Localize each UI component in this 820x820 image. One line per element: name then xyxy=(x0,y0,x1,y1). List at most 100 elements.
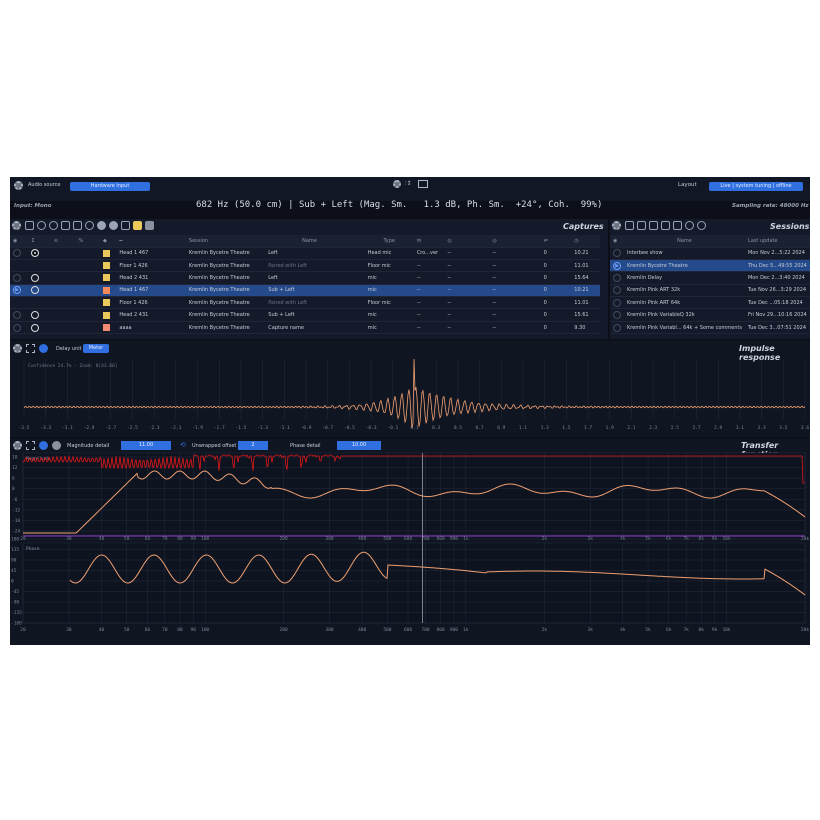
session-visible[interactable]: ▶ xyxy=(610,259,624,273)
session-visible[interactable] xyxy=(610,321,624,335)
open-session-icon[interactable] xyxy=(637,221,646,230)
recall-icon[interactable] xyxy=(685,221,694,230)
col-time[interactable]: ◷ xyxy=(571,235,600,248)
col-last-update[interactable]: Last update xyxy=(744,235,810,248)
gear-icon[interactable] xyxy=(612,221,621,230)
sliders-icon[interactable]: ⫶↕ xyxy=(405,180,412,188)
phase-detail-input[interactable]: 10.00 xyxy=(337,441,381,450)
col-capture[interactable]: ━ xyxy=(116,235,186,248)
camera-add-icon[interactable] xyxy=(73,221,82,230)
color-cell[interactable] xyxy=(100,321,117,335)
session-row[interactable]: Kremlin Pink VariableQ 32k Fri Nov 29...1… xyxy=(610,308,810,322)
display-icon[interactable] xyxy=(418,180,428,188)
fit-icon[interactable] xyxy=(26,344,35,353)
col-session-name[interactable]: Name xyxy=(624,235,745,248)
session-row[interactable]: Kremlin Delay Mon Dec 2...3:40 2024 xyxy=(610,271,810,285)
col-target[interactable]: ◎ xyxy=(489,235,541,248)
session-row[interactable]: Interbee show Mon Nov 2...5:22 2024 xyxy=(610,247,810,260)
visible-cell[interactable] xyxy=(10,247,29,260)
transfer-chart[interactable]: 2020303040405050606070708080909010010020… xyxy=(10,451,810,645)
capture-row[interactable]: Head 2 431 Kremlin Bycetre Theatre Sub + L… xyxy=(10,308,600,322)
color-cell[interactable] xyxy=(100,247,117,260)
cursor-icon[interactable] xyxy=(39,441,48,450)
visibility-toggle[interactable] xyxy=(613,273,621,282)
gear-icon[interactable] xyxy=(12,221,21,230)
col-adjust[interactable]: ⇌ xyxy=(540,235,572,248)
impulse-chart[interactable]: -3.5 -3.3 -3.1 -2.9 -2.7 -2.5 -2.3 -2.1 -1.9 -1.7… xyxy=(10,355,810,437)
minus-icon[interactable] xyxy=(97,221,106,230)
save-session-icon[interactable] xyxy=(649,221,658,230)
col-color[interactable]: ◆ xyxy=(100,235,117,248)
color-cell[interactable] xyxy=(100,271,117,285)
sum-cell[interactable] xyxy=(28,308,51,322)
color-swatch[interactable] xyxy=(103,274,110,282)
sum-cell[interactable] xyxy=(28,247,51,260)
col-sum[interactable]: Σ xyxy=(28,235,51,248)
col-ratio[interactable]: % xyxy=(75,235,100,248)
session-row[interactable]: Kremlin Pink Variabl... 64k + Some comme… xyxy=(610,321,810,335)
visibility-toggle[interactable] xyxy=(13,323,21,332)
col-name[interactable]: Name xyxy=(254,235,365,248)
color-cell[interactable] xyxy=(100,308,117,322)
visible-cell[interactable] xyxy=(10,308,29,322)
cursor-icon[interactable] xyxy=(39,344,48,353)
visible-cell[interactable] xyxy=(10,259,29,273)
visibility-toggle[interactable] xyxy=(13,311,21,320)
color-swatch[interactable] xyxy=(103,299,110,307)
sum-toggle[interactable] xyxy=(31,249,40,258)
camera-icon[interactable] xyxy=(673,221,682,230)
magnitude-detail-input[interactable]: 11.00 xyxy=(121,441,171,450)
col-visible[interactable]: ◉ xyxy=(10,235,29,248)
color-cell[interactable] xyxy=(100,284,117,298)
capture-row[interactable]: Head 1 467 Kremlin Bycetre Theatre Left Hea… xyxy=(10,247,600,260)
play-icon[interactable]: ▶ xyxy=(613,261,621,270)
session-visible[interactable] xyxy=(610,296,624,310)
settings-gear-icon[interactable] xyxy=(393,180,401,188)
visible-cell[interactable] xyxy=(10,321,29,335)
stop-icon[interactable] xyxy=(145,221,154,230)
sum-toggle[interactable] xyxy=(31,323,40,332)
color-cell[interactable] xyxy=(100,259,117,273)
sum-toggle[interactable] xyxy=(31,286,40,295)
col-visible[interactable]: ◉ xyxy=(610,235,624,248)
gear-icon[interactable] xyxy=(13,441,22,450)
col-session[interactable]: Session xyxy=(185,235,255,248)
new-session-icon[interactable] xyxy=(625,221,634,230)
visible-cell[interactable]: ▶ xyxy=(10,284,29,298)
sum-cell[interactable] xyxy=(28,259,51,273)
export-icon[interactable] xyxy=(61,221,70,230)
col-mic[interactable]: ◎ xyxy=(444,235,490,248)
target-icon[interactable] xyxy=(52,441,61,450)
visibility-toggle[interactable] xyxy=(613,298,621,307)
capture-row[interactable]: ▶ Head 1 467 Kremlin Bycetre Theatre Sub + … xyxy=(10,284,600,298)
play-icon[interactable]: ▶ xyxy=(13,286,21,295)
capture-row[interactable]: Head 2 431 Kremlin Bycetre Theatre Left mic… xyxy=(10,271,600,285)
sum-toggle[interactable] xyxy=(31,273,40,282)
sum-cell[interactable] xyxy=(28,296,51,310)
color-icon[interactable] xyxy=(133,221,142,230)
recall-icon[interactable] xyxy=(37,221,46,230)
session-row[interactable]: Kremlin Pink ART 64k Tue Dec ...05:18 202… xyxy=(610,296,810,310)
layout-select[interactable]: Live | system tuning | offline xyxy=(709,182,803,191)
visible-cell[interactable] xyxy=(10,296,29,310)
visibility-toggle[interactable] xyxy=(613,286,621,295)
camera-icon[interactable] xyxy=(25,221,34,230)
capture-row[interactable]: Floor 1 426 Kremlin Bycetre Theatre Paired… xyxy=(10,296,600,310)
dollar-icon[interactable] xyxy=(49,221,58,230)
visibility-toggle[interactable] xyxy=(13,249,21,258)
session-visible[interactable] xyxy=(610,284,624,298)
unwrap-icon[interactable]: ⟲ xyxy=(180,441,186,449)
brush-icon[interactable] xyxy=(121,221,130,230)
visibility-toggle[interactable] xyxy=(613,249,621,258)
meter-toggle[interactable]: Meter xyxy=(83,344,109,353)
session-visible[interactable] xyxy=(610,271,624,285)
session-row[interactable]: Kremlin Pink ART 32k Tue Nov 26...3:29 20… xyxy=(610,284,810,298)
visibility-toggle[interactable] xyxy=(613,323,621,332)
hardware-input-button[interactable]: Hardware input xyxy=(70,182,150,191)
plus-icon[interactable] xyxy=(109,221,118,230)
sum-cell[interactable] xyxy=(28,284,51,298)
visibility-toggle[interactable] xyxy=(13,273,21,282)
dollar-icon[interactable] xyxy=(697,221,706,230)
gear-icon[interactable] xyxy=(13,344,22,353)
gear-icon[interactable] xyxy=(14,181,23,190)
